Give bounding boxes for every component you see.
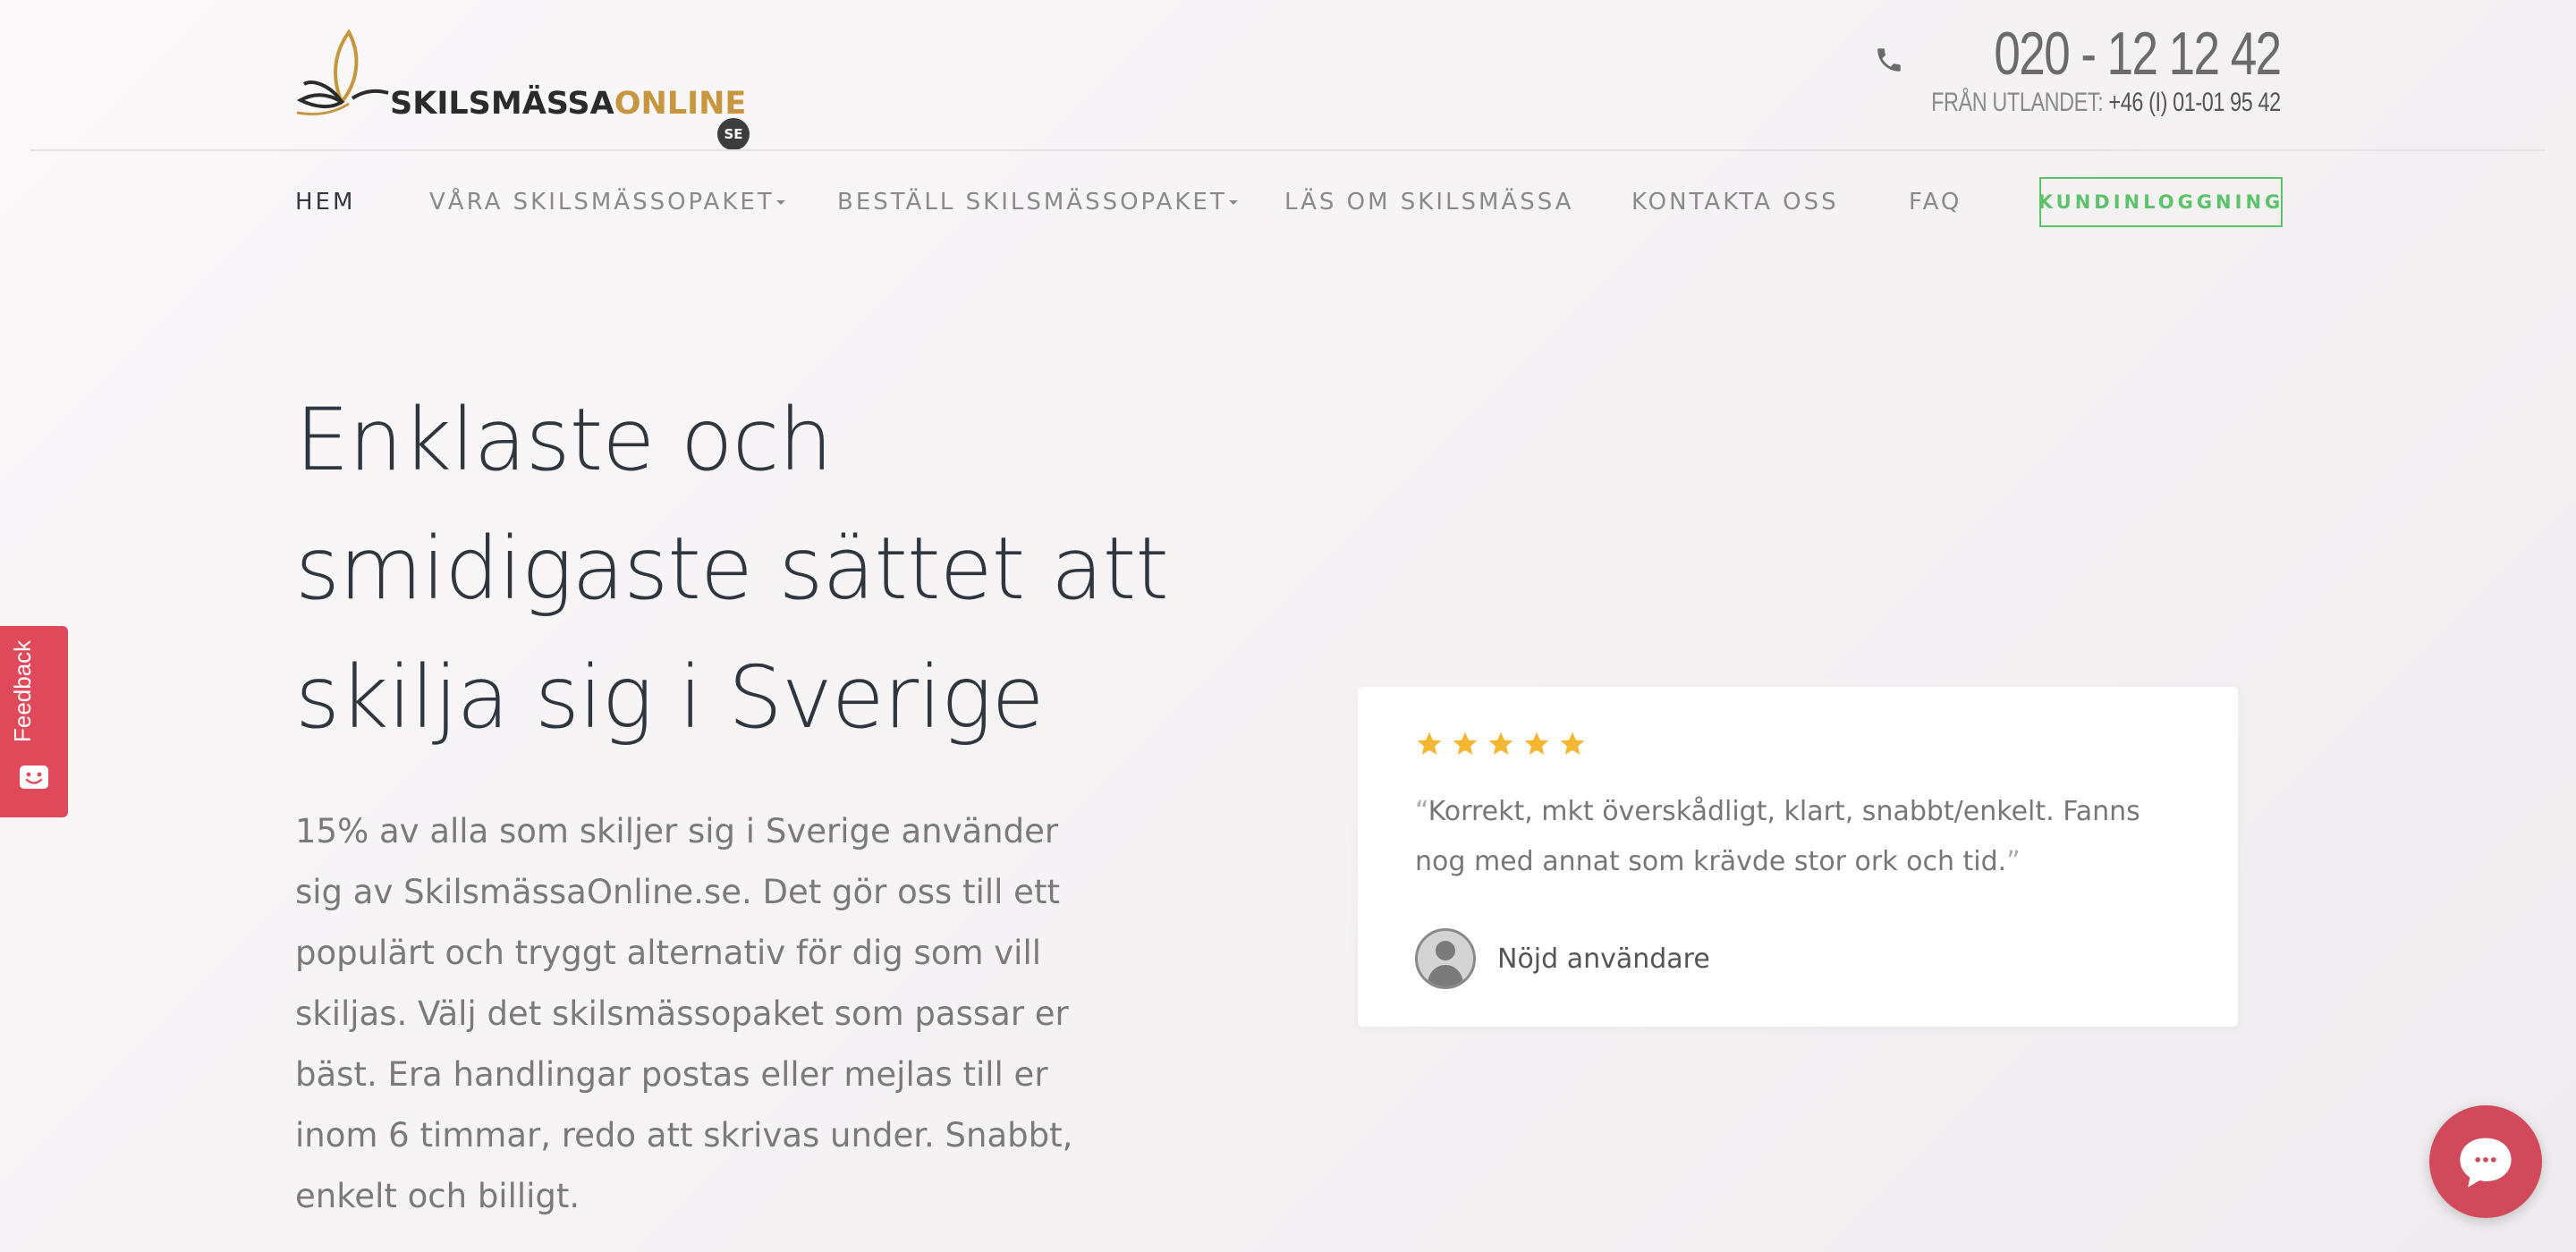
abroad-label: FRÅN UTLANDET: — [1931, 88, 2104, 117]
star-icon — [1488, 732, 1513, 755]
logo-wordmark: SKILSMÄSSAONLINE — [390, 86, 746, 122]
phone-line[interactable]: 020 - 12 12 42 — [1833, 20, 2283, 88]
star-icon — [1560, 732, 1585, 755]
country-badge: SE — [717, 118, 750, 150]
logo-text-gold: ONLINE — [614, 86, 747, 122]
review-quote: “Korrekt, mkt överskådligt, klart, snabb… — [1415, 787, 2193, 887]
caret-down-icon — [1228, 200, 1238, 205]
hero-title-line: Enklaste och — [295, 390, 833, 490]
star-icon — [1453, 732, 1478, 755]
nav-label: KONTAKTA OSS — [1631, 189, 1839, 216]
close-quote-mark: ” — [2006, 846, 2021, 877]
nav-label: HEM — [295, 189, 356, 216]
chat-icon — [2460, 1138, 2512, 1188]
nav-label: BESTÄLL SKILSMÄSSOPAKET — [837, 189, 1227, 216]
review-card: “Korrekt, mkt överskådligt, klart, snabb… — [1358, 687, 2238, 1027]
nav-label: VÅRA SKILSMÄSSOPAKET — [429, 189, 775, 216]
abroad-phone: FRÅN UTLANDET: +46 (I) 01-01 95 42 — [1931, 88, 2281, 118]
nav-item-vara-skilsmassopaket[interactable]: VÅRA SKILSMÄSSOPAKET — [429, 177, 785, 227]
review-quote-text: Korrekt, mkt överskådligt, klart, snabbt… — [1415, 796, 2140, 877]
hero-title-line: smidigaste sättet att — [295, 519, 1169, 619]
nav-item-faq[interactable]: FAQ — [1909, 177, 1962, 227]
phone-block: 020 - 12 12 42 FRÅN UTLANDET: +46 (I) 01… — [1833, 20, 2283, 118]
header-divider — [30, 149, 2546, 151]
main-nav: HEM VÅRA SKILSMÄSSOPAKET BESTÄLL SKILSMÄ… — [295, 177, 2283, 227]
feedback-face-icon — [20, 766, 48, 789]
abroad-number[interactable]: +46 (I) 01-01 95 42 — [2109, 88, 2282, 117]
hero-title-line: skilja sig i Sverige — [295, 647, 1045, 748]
feedback-tab[interactable]: Feedback — [0, 626, 68, 817]
reviewer: Nöjd användare — [1415, 928, 1710, 989]
site-logo[interactable]: SKILSMÄSSAONLINE SE — [295, 27, 760, 150]
phone-number[interactable]: 020 - 12 12 42 — [1995, 20, 2283, 88]
star-rating — [1415, 730, 1587, 758]
nav-label: FAQ — [1909, 189, 1962, 216]
nav-label: LÄS OM SKILSMÄSSA — [1284, 189, 1574, 216]
lotus-logo-icon — [296, 29, 389, 116]
nav-item-las-om-skilsmassa[interactable]: LÄS OM SKILSMÄSSA — [1284, 177, 1574, 227]
hero-description: 15% av alla som skiljer sig i Sverige an… — [295, 812, 1073, 1215]
open-quote-mark: “ — [1415, 796, 1428, 827]
avatar — [1415, 928, 1476, 989]
nav-item-hem[interactable]: HEM — [295, 177, 355, 227]
caret-down-icon — [775, 200, 785, 205]
avatar-icon — [1418, 931, 1473, 986]
phone-icon — [1877, 48, 1902, 72]
nav-item-kontakta-oss[interactable]: KONTAKTA OSS — [1631, 177, 1839, 227]
hero-title: Enklaste och smidigaste sättet att skilj… — [295, 376, 1169, 762]
feedback-label: Feedback — [9, 639, 36, 742]
site-header: SKILSMÄSSAONLINE SE 020 - 12 12 42 FRÅN … — [0, 0, 2576, 151]
logo-text-dark: SKILSMÄSSA — [390, 86, 614, 122]
chat-button[interactable] — [2429, 1105, 2542, 1218]
star-icon — [1524, 732, 1549, 755]
customer-login-button[interactable]: KUNDINLOGGNING — [2038, 177, 2283, 227]
nav-item-bestall-skilsmassopaket[interactable]: BESTÄLL SKILSMÄSSOPAKET — [837, 177, 1238, 227]
reviewer-name: Nöjd användare — [1497, 943, 1710, 975]
star-icon — [1417, 732, 1442, 755]
